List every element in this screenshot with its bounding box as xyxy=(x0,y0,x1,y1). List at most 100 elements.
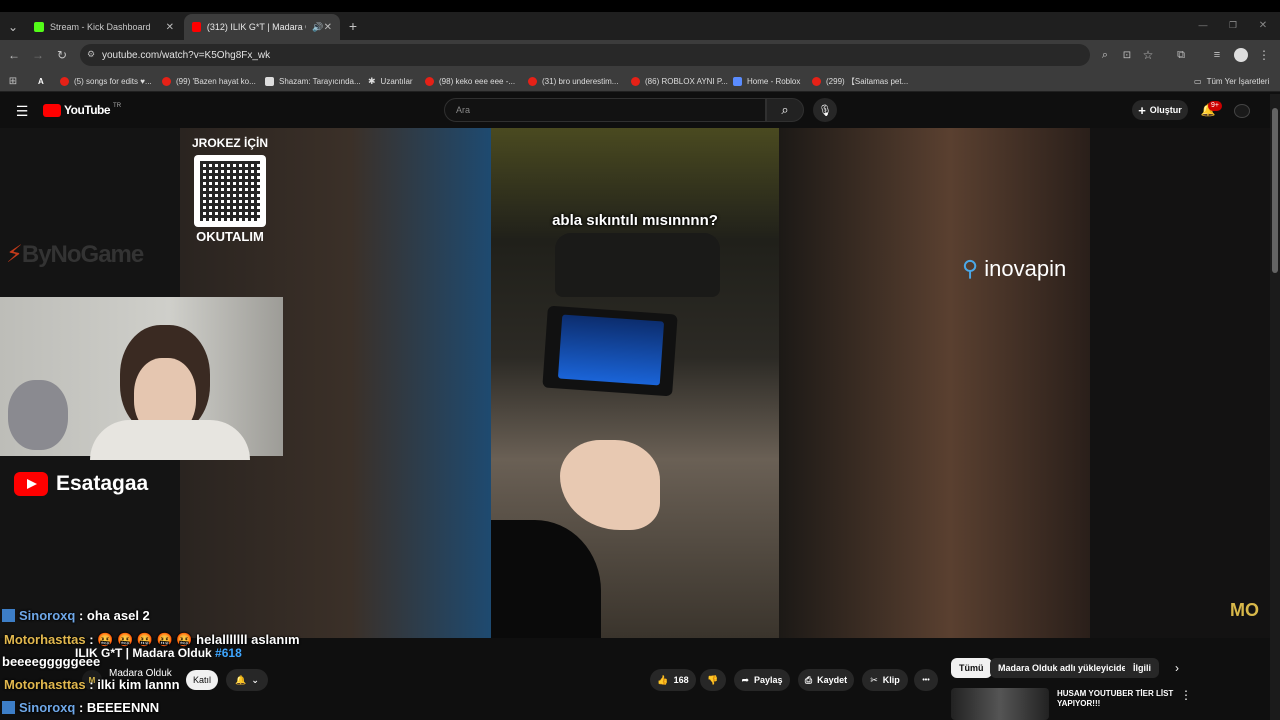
back-icon[interactable]: ← xyxy=(6,47,22,63)
chip-from-uploader[interactable]: Madara Olduk adlı yükleyiciden xyxy=(990,658,1141,678)
puzzle-icon: ✱ xyxy=(368,75,376,86)
roblox-icon xyxy=(733,76,742,86)
subscribe-bell-button[interactable]: 🔔 ⌄ xyxy=(226,669,268,691)
chip-all[interactable]: Tümü xyxy=(951,658,992,678)
sponsor-bynogame: ⚡ByNoGame xyxy=(6,240,144,269)
search-button[interactable]: ⌕ xyxy=(766,98,804,122)
restore-icon[interactable]: ❐ xyxy=(1226,18,1240,32)
bookmark-item[interactable]: (299) 【Saitamas pet... xyxy=(812,73,908,89)
share-button[interactable]: ➦ Paylaş xyxy=(734,669,790,691)
window-close-icon[interactable]: ✕ xyxy=(1256,18,1270,32)
apps-grid-icon[interactable]: ⊞ xyxy=(6,74,20,88)
speaker-icon[interactable]: 🔊 xyxy=(312,22,323,33)
tab-youtube[interactable]: (312) ILIK G*T | Madara Old 🔊 ✕ xyxy=(184,14,340,40)
search-icon: ⌕ xyxy=(781,102,789,117)
zoom-icon[interactable]: ⌕ xyxy=(1098,47,1112,63)
bookmark-item[interactable]: Shazam: Tarayıcında... xyxy=(265,73,361,89)
more-actions-button[interactable]: ••• xyxy=(914,669,938,691)
sponsor-inovapin: ⚲ inovapin xyxy=(962,256,1066,282)
close-icon[interactable]: ✕ xyxy=(324,22,332,33)
bookmark-label: (299) 【Saitamas pet... xyxy=(826,76,909,86)
folder-icon: ▭ xyxy=(1194,76,1202,86)
menu-kebab-icon[interactable]: ⋮ xyxy=(1258,47,1270,63)
logo-region: TR xyxy=(113,103,122,109)
youtube-icon xyxy=(162,76,171,86)
media-control-icon[interactable]: ≡ xyxy=(1210,47,1224,63)
chat-text: : BEEEENNN xyxy=(78,700,160,715)
recommended-title[interactable]: HUSAM YOUTUBER TİER LİST YAPIYOR!!! xyxy=(1057,689,1177,709)
chat-text: : ilki kim lannn xyxy=(89,677,180,692)
address-bar[interactable]: ⚙ youtube.com/watch?v=K5Ohg8Fx_wk xyxy=(80,44,1090,66)
join-button[interactable]: Katıl xyxy=(186,670,218,690)
bookmark-item[interactable]: Home - Roblox xyxy=(733,73,800,89)
chevron-down-icon: ⌄ xyxy=(251,674,259,685)
bookmark-icon: ⎙ xyxy=(804,674,813,685)
extensions-icon[interactable]: ⧉ xyxy=(1174,47,1188,63)
channel-watermark: MO xyxy=(1230,600,1259,620)
site-info-icon[interactable]: ⚙ xyxy=(87,49,95,60)
bookmark-label: (5) songs for edits ♥... xyxy=(74,76,152,86)
scissors-icon: ✂ xyxy=(870,674,878,685)
qr-subtitle: OKUTALIM xyxy=(196,229,264,244)
car-screen xyxy=(557,314,665,386)
plus-icon: + xyxy=(1138,102,1146,118)
bookmark-item[interactable]: ✱ Uzantılar xyxy=(368,73,413,89)
save-button[interactable]: ⎙ Kaydet xyxy=(798,669,854,691)
youtube-logo-icon xyxy=(14,472,48,496)
chat-message: Sinoroxq : BEEEENNN xyxy=(2,700,159,715)
bookmark-item[interactable]: (98) keko eee eee -... xyxy=(425,73,515,89)
new-tab-button[interactable]: + xyxy=(346,18,360,34)
plush-toy xyxy=(8,380,68,450)
dislike-button[interactable]: 👎 xyxy=(700,669,726,691)
clip-label: Klip xyxy=(882,675,900,685)
recommended-thumbnail[interactable] xyxy=(951,688,1049,720)
like-button[interactable]: 👍 168 xyxy=(650,669,696,691)
minimize-icon[interactable]: — xyxy=(1196,18,1210,32)
bookmark-label: Tüm Yer İşaretleri xyxy=(1206,76,1270,86)
recommended-menu-icon[interactable]: ⋮ xyxy=(1180,688,1192,702)
tab-search-icon[interactable]: ⌄ xyxy=(6,20,20,34)
bookmark-star-icon[interactable]: ☆ xyxy=(1141,47,1155,63)
create-label: Oluştur xyxy=(1149,105,1182,115)
youtube-icon xyxy=(812,76,821,86)
youtube-icon xyxy=(192,22,201,32)
bookmark-label: (31) bro underestim... xyxy=(542,76,619,86)
account-avatar[interactable] xyxy=(1234,104,1250,118)
bookmark-item[interactable]: (31) bro underestim... xyxy=(528,73,618,89)
kick-icon xyxy=(34,22,44,32)
voice-search-button[interactable]: 🎙 xyxy=(813,98,837,122)
qr-code xyxy=(194,155,266,227)
chat-message: Motorhasttas : ilki kim lannn xyxy=(4,677,180,692)
hamburger-menu-icon[interactable]: ☰ xyxy=(14,103,30,119)
close-icon[interactable]: ✕ xyxy=(166,22,174,33)
profile-avatar[interactable] xyxy=(1234,48,1248,62)
clip-button[interactable]: ✂ Klip xyxy=(862,669,908,691)
bookmark-item[interactable]: (5) songs for edits ♥... xyxy=(60,73,152,89)
search-input[interactable]: Ara xyxy=(444,98,766,122)
share-label: Paylaş xyxy=(754,675,783,685)
youtube-logo[interactable]: YouTube TR xyxy=(43,103,121,117)
chip-related[interactable]: İlgili xyxy=(1125,658,1159,678)
all-bookmarks[interactable]: ▭ Tüm Yer İşaretleri xyxy=(1194,73,1269,89)
bookmark-item[interactable]: (86) ROBLOX AYNI P... xyxy=(631,73,728,89)
top-bar xyxy=(0,0,1280,12)
chat-message-continued: beeeegggggeee xyxy=(2,654,100,669)
video-hashtag[interactable]: #618 xyxy=(215,646,242,660)
car-vents xyxy=(555,233,720,297)
reload-icon[interactable]: ↻ xyxy=(54,47,70,63)
bookmark-item[interactable]: (99) 'Bazen hayat ko... xyxy=(162,73,256,89)
bookmark-label: Shazam: Tarayıcında... xyxy=(279,76,361,86)
chat-username: Motorhasttas xyxy=(4,632,86,647)
thumbs-down-icon: 👎 xyxy=(707,674,719,685)
tab-kick-dashboard[interactable]: Stream - Kick Dashboard ✕ xyxy=(26,14,182,40)
forward-icon[interactable]: → xyxy=(30,47,46,63)
youtube-icon xyxy=(60,76,69,86)
install-icon[interactable]: ⊡ xyxy=(1120,47,1134,63)
streamer-name: Esatagaa xyxy=(56,472,149,495)
bookmark-a[interactable]: A xyxy=(38,73,44,89)
scrollbar-thumb[interactable] xyxy=(1272,108,1278,273)
kick-badge-icon xyxy=(2,609,15,622)
streamer-name-banner: Esatagaa xyxy=(14,472,148,496)
chevron-right-icon[interactable]: › xyxy=(1170,660,1184,676)
create-button[interactable]: + Oluştur xyxy=(1132,100,1188,120)
